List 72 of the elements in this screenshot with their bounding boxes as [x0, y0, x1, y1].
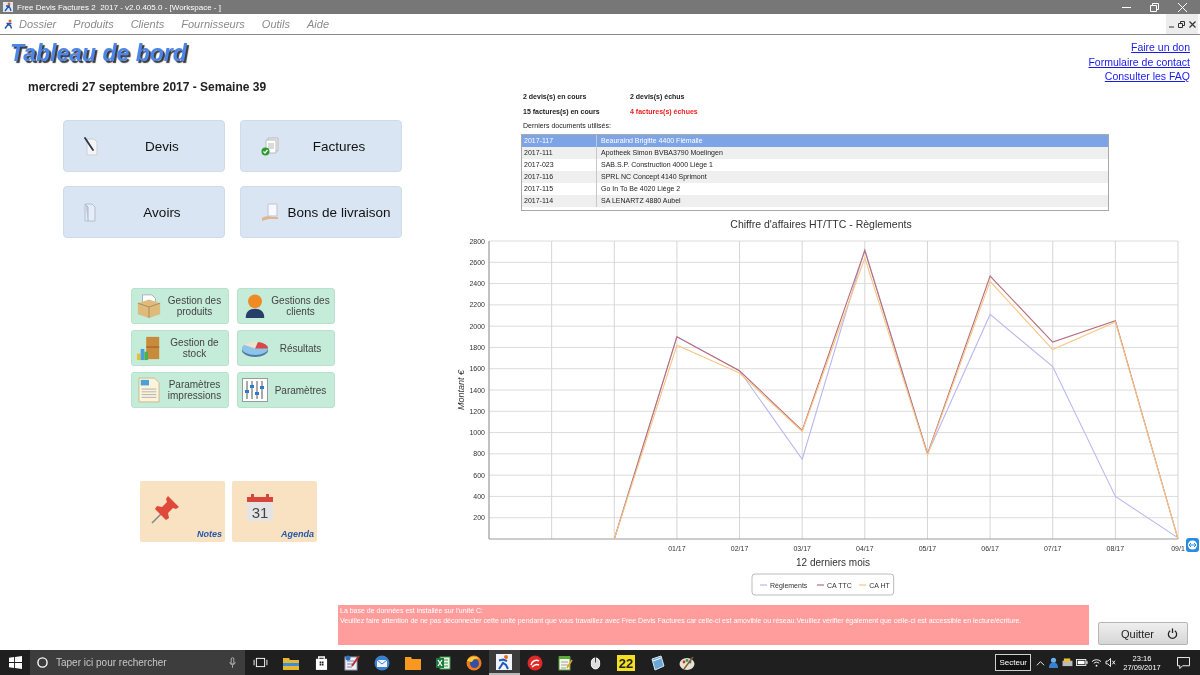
chevron-up-icon[interactable]	[1035, 659, 1045, 666]
pen-document-icon	[343, 654, 360, 671]
printer-icon[interactable]	[1061, 658, 1073, 667]
box-icon	[136, 293, 162, 319]
page-title: Tableau de bord	[10, 39, 187, 67]
menu-item[interactable]: Fournisseurs	[181, 18, 245, 30]
globe-icon	[465, 654, 482, 671]
notes-button[interactable]: Notes	[140, 481, 225, 542]
microphone-icon[interactable]	[229, 657, 236, 668]
swirl-icon	[526, 654, 543, 671]
battery-icon[interactable]	[1076, 659, 1089, 666]
spreadsheet-icon	[435, 654, 452, 671]
double-arrow-icon[interactable]	[1186, 537, 1199, 552]
products-button[interactable]: Gestion des produits	[131, 288, 229, 324]
restore-icon[interactable]	[1178, 20, 1186, 28]
folder-icon	[404, 655, 421, 670]
menu-item[interactable]: Dossier	[19, 18, 57, 30]
search-field[interactable]: Taper ici pour rechercher	[30, 650, 245, 675]
agenda-button[interactable]: 31 Agenda	[232, 481, 317, 542]
sliders-icon	[242, 378, 268, 402]
notepad-icon	[557, 654, 574, 671]
boxes-icon	[136, 335, 162, 361]
runner-icon	[4, 19, 14, 29]
menu-item[interactable]: Clients	[130, 18, 165, 30]
palette-icon	[679, 654, 696, 671]
chart-title: Chiffre d'affaires HT/TTC - Règlements	[730, 217, 912, 230]
shopping-bag-icon	[314, 655, 328, 670]
x-axis-label: 12 derniers mois	[796, 556, 870, 568]
person-icon[interactable]	[1047, 657, 1059, 668]
document-check-icon	[261, 136, 279, 156]
start-menu-icon[interactable]	[8, 656, 22, 669]
hand-document-icon	[261, 202, 279, 222]
pin-icon	[150, 495, 180, 525]
print-settings-button[interactable]: Paramètres impressions	[131, 372, 229, 408]
quotes-button[interactable]: Devis	[63, 120, 225, 172]
link[interactable]: Faire un don	[1131, 40, 1190, 55]
menu-item[interactable]: Outils	[261, 18, 290, 30]
power-icon	[1167, 628, 1178, 639]
page-icon	[84, 202, 96, 222]
mail-icon	[374, 654, 391, 671]
runner-icon	[496, 653, 513, 670]
circle-icon	[37, 657, 48, 668]
taskbar-app[interactable]	[489, 650, 520, 675]
taskbar-app[interactable]: 22	[611, 650, 642, 675]
menu-item[interactable]: Produits	[73, 18, 114, 30]
close-icon[interactable]	[1189, 20, 1197, 28]
mouse-icon	[590, 655, 602, 670]
tooltip: Secteur	[995, 654, 1031, 671]
credit-notes-button[interactable]: Avoirs	[63, 186, 225, 238]
card-icon	[648, 654, 665, 671]
pen-paper-icon	[84, 136, 98, 156]
folder-icon	[282, 655, 299, 670]
runner-icon	[3, 2, 13, 12]
document-icon	[138, 377, 160, 403]
results-button[interactable]: Résultats	[237, 330, 335, 366]
quit-button[interactable]: Quitter	[1098, 622, 1188, 645]
link[interactable]: Consulter les FAQ	[1104, 69, 1190, 84]
window-title: Free Devis Factures 2 2017 - v2.0.405.0 - [Workspace - ]	[17, 2, 221, 12]
invoices-button[interactable]: Factures	[240, 120, 402, 172]
y-axis-label: Montant €	[456, 369, 466, 410]
notification-icon[interactable]	[1176, 656, 1190, 669]
menu-item[interactable]: Aide	[307, 18, 329, 30]
speaker-icon[interactable]	[1105, 658, 1117, 667]
number-tile-icon: 22	[617, 654, 636, 671]
clients-button[interactable]: Gestions des clients	[237, 288, 335, 324]
stock-button[interactable]: Gestion de stock	[131, 330, 229, 366]
link[interactable]: Formulaire de contact	[1088, 54, 1190, 69]
date-text: mercredi 27 septembre 2017 - Semaine 39	[28, 79, 267, 95]
wifi-icon[interactable]	[1091, 658, 1103, 667]
delivery-notes-button[interactable]: Bons de livraison	[240, 186, 402, 238]
task-view-icon[interactable]	[252, 657, 268, 668]
settings-button[interactable]: Paramètres	[237, 372, 335, 408]
